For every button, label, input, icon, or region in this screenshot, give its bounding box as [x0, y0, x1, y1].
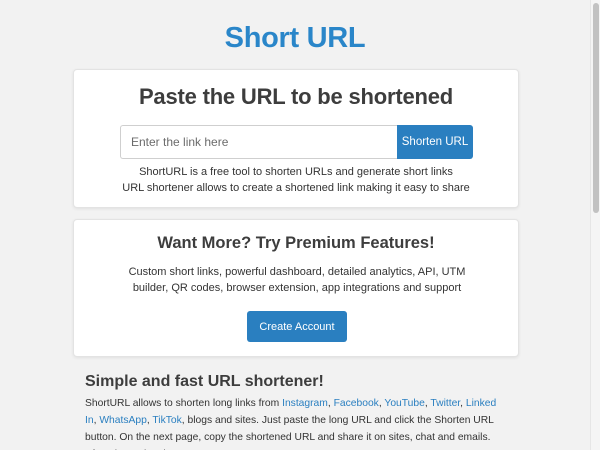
info-after-links: , blogs and sites. Just paste the long U…: [85, 415, 494, 450]
premium-card: Want More? Try Premium Features! Custom …: [73, 219, 519, 357]
shorten-card: Paste the URL to be shortened Shorten UR…: [73, 69, 519, 208]
shorten-url-button[interactable]: Shorten URL: [397, 125, 473, 159]
description-line-1: ShortURL is a free tool to shorten URLs …: [139, 166, 453, 178]
info-intro: ShortURL allows to shorten long links fr…: [85, 398, 280, 409]
create-account-button[interactable]: Create Account: [247, 311, 347, 342]
shorten-form: Shorten URL: [120, 125, 473, 159]
premium-features-text: Custom short links, powerful dashboard, …: [128, 266, 466, 294]
link-facebook[interactable]: Facebook: [334, 398, 379, 409]
info-section-title: Simple and fast URL shortener!: [85, 373, 324, 390]
scrollbar[interactable]: [590, 0, 600, 450]
link-twitter[interactable]: Twitter: [430, 398, 460, 409]
link-tiktok[interactable]: TikTok: [152, 415, 181, 426]
link-whatsapp[interactable]: WhatsApp: [99, 415, 147, 426]
url-input[interactable]: [120, 125, 397, 159]
info-section-text: ShortURL allows to shorten long links fr…: [85, 395, 505, 450]
link-youtube[interactable]: YouTube: [384, 398, 424, 409]
page: Short URL Paste the URL to be shortened …: [0, 0, 590, 450]
shorten-description: ShortURL is a free tool to shorten URLs …: [74, 164, 518, 196]
shorten-heading: Paste the URL to be shortened: [138, 84, 454, 109]
link-instagram[interactable]: Instagram: [282, 398, 328, 409]
site-title[interactable]: Short URL: [0, 22, 590, 55]
scrollbar-thumb[interactable]: [593, 3, 599, 213]
description-line-2: URL shortener allows to create a shorten…: [122, 182, 470, 194]
premium-heading: Want More? Try Premium Features!: [157, 234, 435, 252]
